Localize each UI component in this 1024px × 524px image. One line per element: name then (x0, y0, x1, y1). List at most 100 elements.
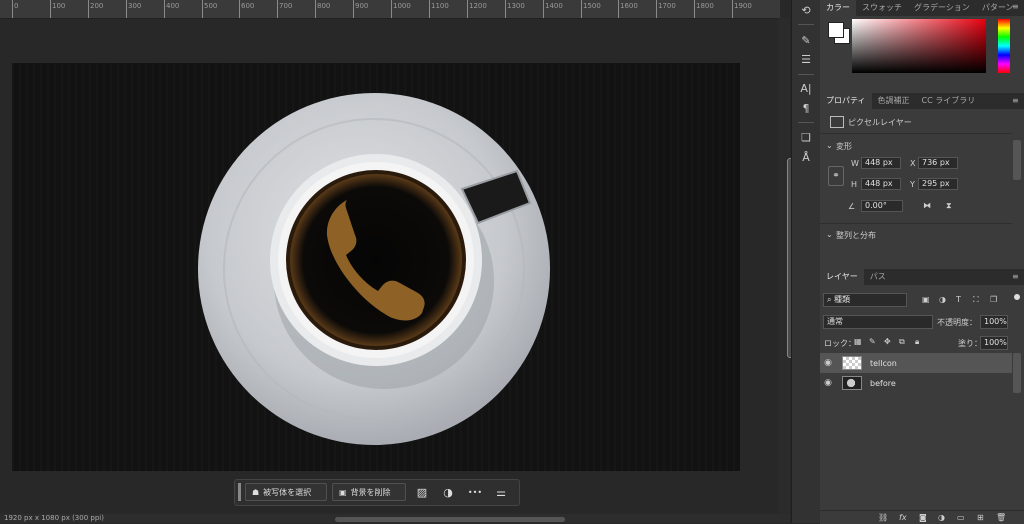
filter-adjustment-icon[interactable]: ◑ (939, 295, 946, 304)
fill-field[interactable]: 100% (980, 336, 1008, 350)
history-icon[interactable]: ⟲ (798, 4, 814, 18)
layer-filter-select[interactable]: ⌕ 種類 (823, 293, 907, 307)
lock-transparent-icon[interactable]: ▦ (854, 337, 862, 346)
ruler-label: 1300 (507, 2, 525, 10)
layer-row[interactable]: ◉ tellcon (820, 353, 1012, 373)
ruler-tick (505, 0, 506, 18)
lock-image-icon[interactable]: ✎ (869, 337, 876, 346)
fx-icon[interactable]: fx (899, 513, 907, 522)
link-dimensions-icon[interactable]: ⚭ (828, 166, 844, 186)
mask-icon[interactable]: ◙ (919, 513, 927, 522)
tab-layers[interactable]: レイヤー (820, 269, 864, 285)
brush-settings-icon[interactable]: ☰ (798, 53, 814, 67)
properties-scrollbar[interactable] (1013, 140, 1021, 180)
flip-vertical-icon[interactable]: ⧗ (946, 201, 952, 211)
settings-sliders-icon[interactable]: ⚌ (491, 483, 511, 501)
opacity-field[interactable]: 100% (980, 315, 1008, 329)
panel-menu-icon[interactable]: ≡ (1012, 272, 1019, 281)
lock-all-icon[interactable]: 🔒︎ (915, 337, 919, 347)
ruler-tick (656, 0, 657, 18)
character-icon[interactable]: A| (798, 82, 814, 96)
filter-toggle[interactable] (1014, 294, 1020, 300)
width-field[interactable]: 448 px (861, 157, 901, 169)
ruler-tick (50, 0, 51, 18)
ruler-label: 0 (14, 2, 19, 10)
ruler-tick (732, 0, 733, 18)
panel-tool-strip: ⟲ ✎ ☰ A| ¶ ❏ Å (791, 0, 821, 523)
flip-horizontal-icon[interactable]: ⧓ (923, 201, 931, 210)
ruler-label: 1200 (469, 2, 487, 10)
ruler-label: 1100 (431, 2, 449, 10)
filter-smart-object-icon[interactable]: ❐ (990, 295, 997, 304)
layer-type-label: ピクセルレイヤー (848, 118, 912, 127)
angle-field[interactable]: 0.00° (861, 200, 903, 212)
ruler-tick (277, 0, 278, 18)
color-picker-field[interactable] (852, 19, 986, 73)
select-subject-button[interactable]: ☗ 被写体を選択 (245, 483, 327, 501)
tab-cc-libraries[interactable]: CC ライブラリ (916, 93, 982, 109)
paragraph-icon[interactable]: ¶ (798, 102, 814, 116)
y-field[interactable]: 295 px (918, 178, 958, 190)
contrast-icon[interactable]: ◑ (438, 483, 458, 501)
ruler-tick (618, 0, 619, 18)
x-field[interactable]: 736 px (918, 157, 958, 169)
panel-menu-icon[interactable]: ≡ (1012, 96, 1019, 105)
vertical-scrollbar[interactable] (778, 18, 793, 518)
hue-slider[interactable] (998, 19, 1010, 73)
tab-adjustments[interactable]: 色調補正 (872, 93, 916, 109)
lock-position-icon[interactable]: ✥ (884, 337, 891, 346)
ruler-label: 1000 (393, 2, 411, 10)
panel-menu-icon[interactable]: ≡ (1012, 2, 1019, 11)
new-layer-icon[interactable]: ⊞ (977, 513, 984, 522)
filter-pixel-icon[interactable]: ▣ (922, 295, 930, 304)
more-button[interactable]: ••• (465, 483, 485, 501)
contextual-task-bar: ☗ 被写体を選択 ▣ 背景を削除 ▨ ◑ ••• ⚌ (234, 479, 520, 506)
tab-swatches[interactable]: スウォッチ (856, 0, 908, 16)
chevron-down-icon[interactable]: ⌄ (826, 230, 833, 239)
ruler-label: 700 (279, 2, 293, 10)
ruler-label: 800 (317, 2, 331, 10)
tab-properties[interactable]: プロパティ (820, 93, 872, 109)
layers-footer: ⛓ fx ◙ ◑ ▭ ⊞ 🗑︎ (820, 510, 1024, 524)
remove-background-button[interactable]: ▣ 背景を削除 (332, 483, 406, 501)
visibility-eye-icon[interactable]: ◉ (820, 378, 836, 388)
ruler-label: 500 (204, 2, 218, 10)
folder-icon[interactable]: ▭ (957, 513, 965, 522)
ruler-tick (353, 0, 354, 18)
layer-row[interactable]: ◉ before (820, 373, 1012, 393)
layers-scrollbar[interactable] (1013, 353, 1021, 393)
image-adjust-icon[interactable]: ▨ (412, 483, 432, 501)
adjustment-icon[interactable]: ◑ (938, 513, 945, 522)
ruler-tick (694, 0, 695, 18)
ruler-label: 1400 (545, 2, 563, 10)
tab-paths[interactable]: パス (864, 269, 892, 285)
search-icon: ⌕ (827, 295, 835, 304)
ruler-label: 1800 (696, 2, 714, 10)
layer-name[interactable]: tellcon (870, 359, 897, 368)
image-icon: ▣ (339, 487, 347, 497)
library-icon[interactable]: ❏ (798, 131, 814, 145)
trash-icon[interactable]: 🗑︎ (996, 513, 1006, 522)
document-canvas[interactable] (12, 63, 740, 471)
lock-artboard-icon[interactable]: ⧉ (899, 337, 905, 347)
height-field[interactable]: 448 px (861, 178, 901, 190)
ruler-tick (126, 0, 127, 18)
layer-name[interactable]: before (870, 379, 896, 388)
glyphs-icon[interactable]: Å (798, 151, 814, 165)
tab-gradients[interactable]: グラデーション (908, 0, 976, 16)
horizontal-scrollbar[interactable] (335, 517, 565, 522)
link-icon[interactable]: ⛓ (878, 513, 888, 522)
visibility-eye-icon[interactable]: ◉ (820, 358, 836, 368)
ruler-tick (202, 0, 203, 18)
tab-color[interactable]: カラー (820, 0, 856, 16)
ruler-tick (88, 0, 89, 18)
ruler-tick (315, 0, 316, 18)
drag-handle[interactable] (238, 483, 241, 501)
brush-icon[interactable]: ✎ (798, 34, 814, 48)
ruler-label: 1900 (734, 2, 752, 10)
chevron-down-icon[interactable]: ⌄ (826, 141, 833, 150)
blend-mode-select[interactable]: 通常 (823, 315, 933, 329)
filter-shape-icon[interactable]: ⛶ (973, 295, 979, 305)
filter-type-icon[interactable]: T (956, 295, 961, 304)
document-info: 1920 px x 1080 px (300 ppi) (4, 514, 104, 522)
